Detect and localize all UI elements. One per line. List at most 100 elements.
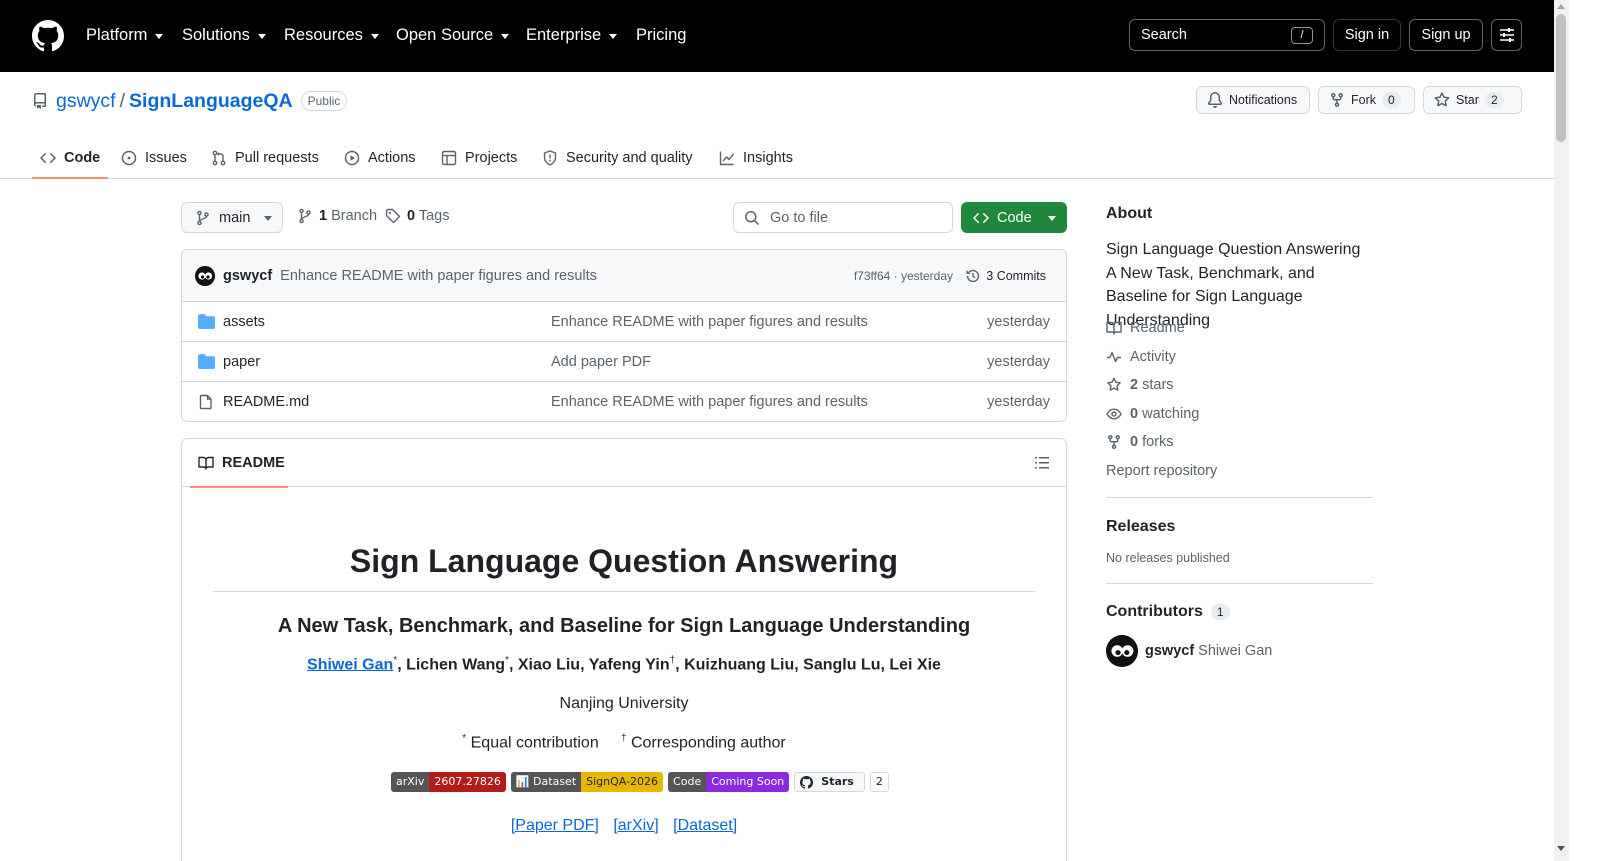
author-name: Lei Xie [889, 656, 941, 674]
github-stars-badge[interactable]: Stars [794, 772, 865, 792]
repo-name-link[interactable]: SignLanguageQA [129, 90, 293, 113]
tab-projects-label: Projects [465, 150, 518, 166]
avatar[interactable] [1106, 635, 1138, 667]
readme-tab[interactable]: README [190, 439, 288, 488]
dataset-badge[interactable]: 📊 Dataset SignQA-2026 [510, 772, 664, 792]
file-name-link[interactable]: assets [223, 314, 265, 330]
github-logo-icon[interactable] [32, 20, 64, 52]
sign-in-button[interactable]: Sign in [1333, 19, 1401, 51]
file-row-assets[interactable]: assets Enhance README with paper figures… [182, 302, 1066, 342]
github-stars-count-badge[interactable]: 2 [869, 772, 889, 792]
sign-up-button[interactable]: Sign up [1409, 19, 1483, 51]
repo-owner-link[interactable]: gswycf [56, 90, 116, 113]
releases-heading[interactable]: Releases [1106, 518, 1373, 536]
scroll-down-arrow-icon[interactable] [1557, 846, 1565, 851]
star-label: Star [1456, 93, 1479, 107]
commit-author-link[interactable]: gswycf [223, 268, 272, 284]
commits-count: 3 Commits [986, 268, 1046, 283]
code-badge[interactable]: Code Coming Soon [668, 772, 790, 792]
pull-request-icon [212, 150, 226, 166]
file-name-link[interactable]: paper [223, 354, 260, 370]
tab-pull-requests[interactable]: Pull requests [203, 138, 327, 178]
notifications-button[interactable]: Notifications [1196, 86, 1310, 114]
readme-badges: arXiv 2607.27826 📊 Dataset SignQA-2026 C… [391, 772, 889, 792]
readme-link[interactable]: Readme [1106, 320, 1185, 336]
tags-link[interactable]: 0 Tags [385, 208, 450, 224]
nav-solutions[interactable]: Solutions [182, 23, 266, 47]
file-commit-message[interactable]: Add paper PDF [551, 354, 651, 370]
list-outline-icon[interactable] [1034, 455, 1050, 471]
contributors-count: 1 [1210, 604, 1230, 620]
author-link[interactable]: Shiwei Gan [307, 656, 393, 673]
branch-select-button[interactable]: main [181, 202, 283, 233]
commit-hash-time[interactable]: f73ff64 · yesterday [854, 269, 953, 283]
go-to-file-input[interactable]: Go to file [733, 202, 953, 233]
divider [213, 591, 1035, 592]
repo-icon [34, 93, 46, 109]
file-row-readme[interactable]: README.md Enhance README with paper figu… [182, 382, 1066, 421]
readme-link-label: Readme [1130, 320, 1185, 336]
tab-issues[interactable]: Issues [113, 138, 195, 178]
tab-code[interactable]: Code [32, 138, 109, 179]
readme-subtitle: A New Task, Benchmark, and Baseline for … [277, 615, 971, 637]
tab-actions[interactable]: Actions [336, 138, 424, 178]
tab-code-label: Code [64, 150, 101, 166]
star-button[interactable]: Star 2 [1423, 86, 1522, 114]
commit-message-link[interactable]: Enhance README with paper figures and re… [280, 268, 597, 284]
notifications-label: Notifications [1229, 93, 1298, 107]
report-repository-link[interactable]: Report repository [1106, 463, 1217, 479]
issue-opened-icon [121, 150, 137, 166]
nav-enterprise[interactable]: Enterprise [526, 23, 618, 47]
latest-commit-bar: gswycf Enhance README with paper figures… [182, 250, 1066, 302]
author-mark: * [505, 655, 509, 666]
arxiv-badge[interactable]: arXiv 2607.27826 [391, 772, 506, 792]
tab-insights[interactable]: Insights [711, 138, 801, 178]
contributors-heading[interactable]: Contributors 1 [1106, 603, 1373, 621]
watching-link[interactable]: 0 watching [1106, 406, 1199, 422]
branches-link[interactable]: 1 Branch [297, 208, 377, 224]
activity-link[interactable]: Activity [1106, 349, 1176, 365]
settings-menu-button[interactable] [1491, 19, 1522, 51]
arxiv-link[interactable]: [arXiv] [613, 817, 658, 834]
stars-link[interactable]: 2 stars [1106, 377, 1174, 393]
github-logo-icon [800, 775, 814, 789]
fork-button[interactable]: Fork 0 [1318, 86, 1415, 114]
scrollbar-thumb[interactable] [1556, 14, 1566, 142]
file-commit-message[interactable]: Enhance README with paper figures and re… [551, 394, 868, 410]
author-name: Lichen Wang [406, 656, 506, 674]
activity-link-label: Activity [1130, 349, 1176, 365]
nav-open-source[interactable]: Open Source [396, 23, 510, 47]
paper-pdf-link[interactable]: [Paper PDF] [511, 817, 599, 834]
file-name-link[interactable]: README.md [223, 394, 309, 410]
about-description: Sign Language Question Answering A New T… [1106, 241, 1361, 329]
table-icon [441, 150, 457, 166]
search-label: Search [1141, 27, 1187, 43]
scroll-up-arrow-icon[interactable] [1557, 4, 1565, 9]
code-download-button[interactable]: Code [961, 202, 1067, 233]
avatar[interactable] [195, 265, 215, 286]
nav-resources[interactable]: Resources [284, 23, 379, 47]
dataset-link[interactable]: [Dataset] [673, 817, 737, 834]
branch-name: main [219, 209, 251, 226]
tab-security[interactable]: Security and quality [534, 138, 701, 178]
badge-value: 2 [875, 775, 883, 788]
tab-projects[interactable]: Projects [433, 138, 525, 178]
file-commit-message[interactable]: Enhance README with paper figures and re… [551, 314, 868, 330]
forks-label: forks [1142, 434, 1174, 450]
chevron-down-icon [155, 33, 164, 39]
nav-pricing[interactable]: Pricing [636, 23, 686, 47]
tab-pull-requests-label: Pull requests [235, 150, 319, 166]
star-count: 2 [1484, 92, 1504, 108]
graph-icon [719, 151, 735, 166]
page-scrollbar[interactable] [1554, 0, 1569, 861]
contributor-link[interactable]: gswycf Shiwei Gan [1145, 643, 1272, 659]
commits-history-link[interactable]: 3 Commits [965, 268, 1046, 284]
tag-count: 0 [407, 208, 416, 224]
code-button-label: Code [997, 209, 1032, 226]
tab-security-label: Security and quality [566, 150, 693, 166]
star-icon [1107, 377, 1121, 391]
file-row-paper[interactable]: paper Add paper PDF yesterday [182, 342, 1066, 382]
forks-link[interactable]: 0 forks [1106, 434, 1174, 450]
nav-platform[interactable]: Platform [86, 23, 164, 47]
search-input[interactable]: Search / [1129, 19, 1325, 51]
